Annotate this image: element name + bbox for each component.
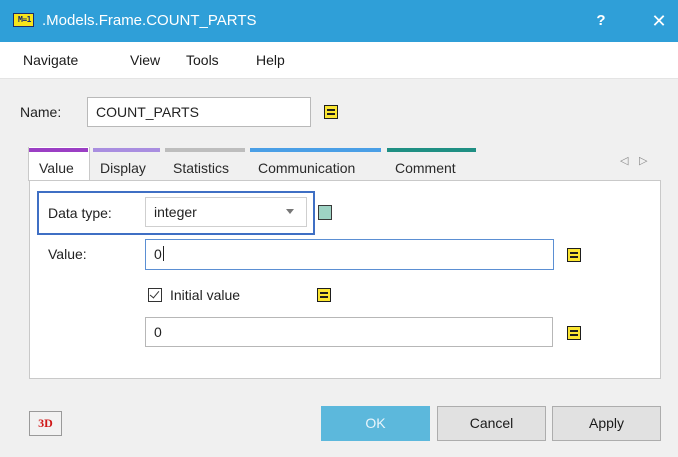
- data-type-select[interactable]: integer: [145, 197, 307, 227]
- initial-value-checkbox[interactable]: [148, 288, 162, 302]
- tab-comment-color-strip: [387, 148, 476, 152]
- tab-display[interactable]: Display: [100, 157, 146, 179]
- value-formula-button[interactable]: [567, 248, 581, 262]
- app-icon: M=1: [13, 13, 34, 27]
- name-label: Name:: [20, 104, 62, 120]
- tab-value-color-strip: [29, 148, 88, 152]
- data-type-inherit-button[interactable]: [318, 205, 332, 220]
- name-formula-button[interactable]: [324, 105, 338, 119]
- 3d-button[interactable]: 3D: [29, 411, 62, 436]
- window-title: .Models.Frame.COUNT_PARTS: [42, 12, 257, 29]
- name-field[interactable]: COUNT_PARTS: [87, 97, 311, 127]
- tab-value[interactable]: Value: [39, 157, 74, 179]
- close-button[interactable]: ✕: [644, 0, 674, 42]
- text-caret: [162, 246, 164, 261]
- menu-help[interactable]: Help: [256, 42, 285, 78]
- tab-statistics-color-strip: [165, 148, 245, 152]
- initial-value-label: Initial value: [170, 287, 241, 303]
- tab-communication[interactable]: Communication: [258, 157, 355, 179]
- initial-value-field[interactable]: 0: [145, 317, 553, 347]
- tab-display-color-strip: [93, 148, 160, 152]
- tab-communication-color-strip: [250, 148, 381, 152]
- cancel-button[interactable]: Cancel: [437, 406, 546, 441]
- menu-tools[interactable]: Tools: [186, 42, 219, 78]
- ok-button[interactable]: OK: [321, 406, 430, 441]
- value-field-text: 0: [154, 246, 162, 262]
- value-label: Value:: [48, 246, 87, 262]
- tab-statistics[interactable]: Statistics: [173, 157, 229, 179]
- chevron-down-icon: [286, 209, 294, 214]
- apply-button[interactable]: Apply: [552, 406, 661, 441]
- tab-comment[interactable]: Comment: [395, 157, 456, 179]
- tab-scroll-right-icon[interactable]: ▷: [639, 154, 647, 167]
- 3d-button-label: 3D: [38, 416, 53, 430]
- menu-navigate[interactable]: Navigate: [23, 42, 78, 78]
- data-type-label: Data type:: [48, 205, 112, 221]
- initial-value-field-formula-button[interactable]: [567, 326, 581, 340]
- value-field[interactable]: 0: [145, 239, 554, 270]
- app-icon-text: M=1: [18, 15, 31, 24]
- initial-value-formula-button[interactable]: [317, 288, 331, 302]
- menu-bar: Navigate View Tools Help: [0, 42, 678, 79]
- menu-view[interactable]: View: [130, 42, 160, 78]
- title-bar[interactable]: M=1 .Models.Frame.COUNT_PARTS ? ✕: [0, 0, 678, 42]
- tab-scroll-left-icon[interactable]: ◁: [620, 154, 628, 167]
- data-type-selected-value: integer: [154, 204, 197, 220]
- help-button[interactable]: ?: [586, 0, 616, 42]
